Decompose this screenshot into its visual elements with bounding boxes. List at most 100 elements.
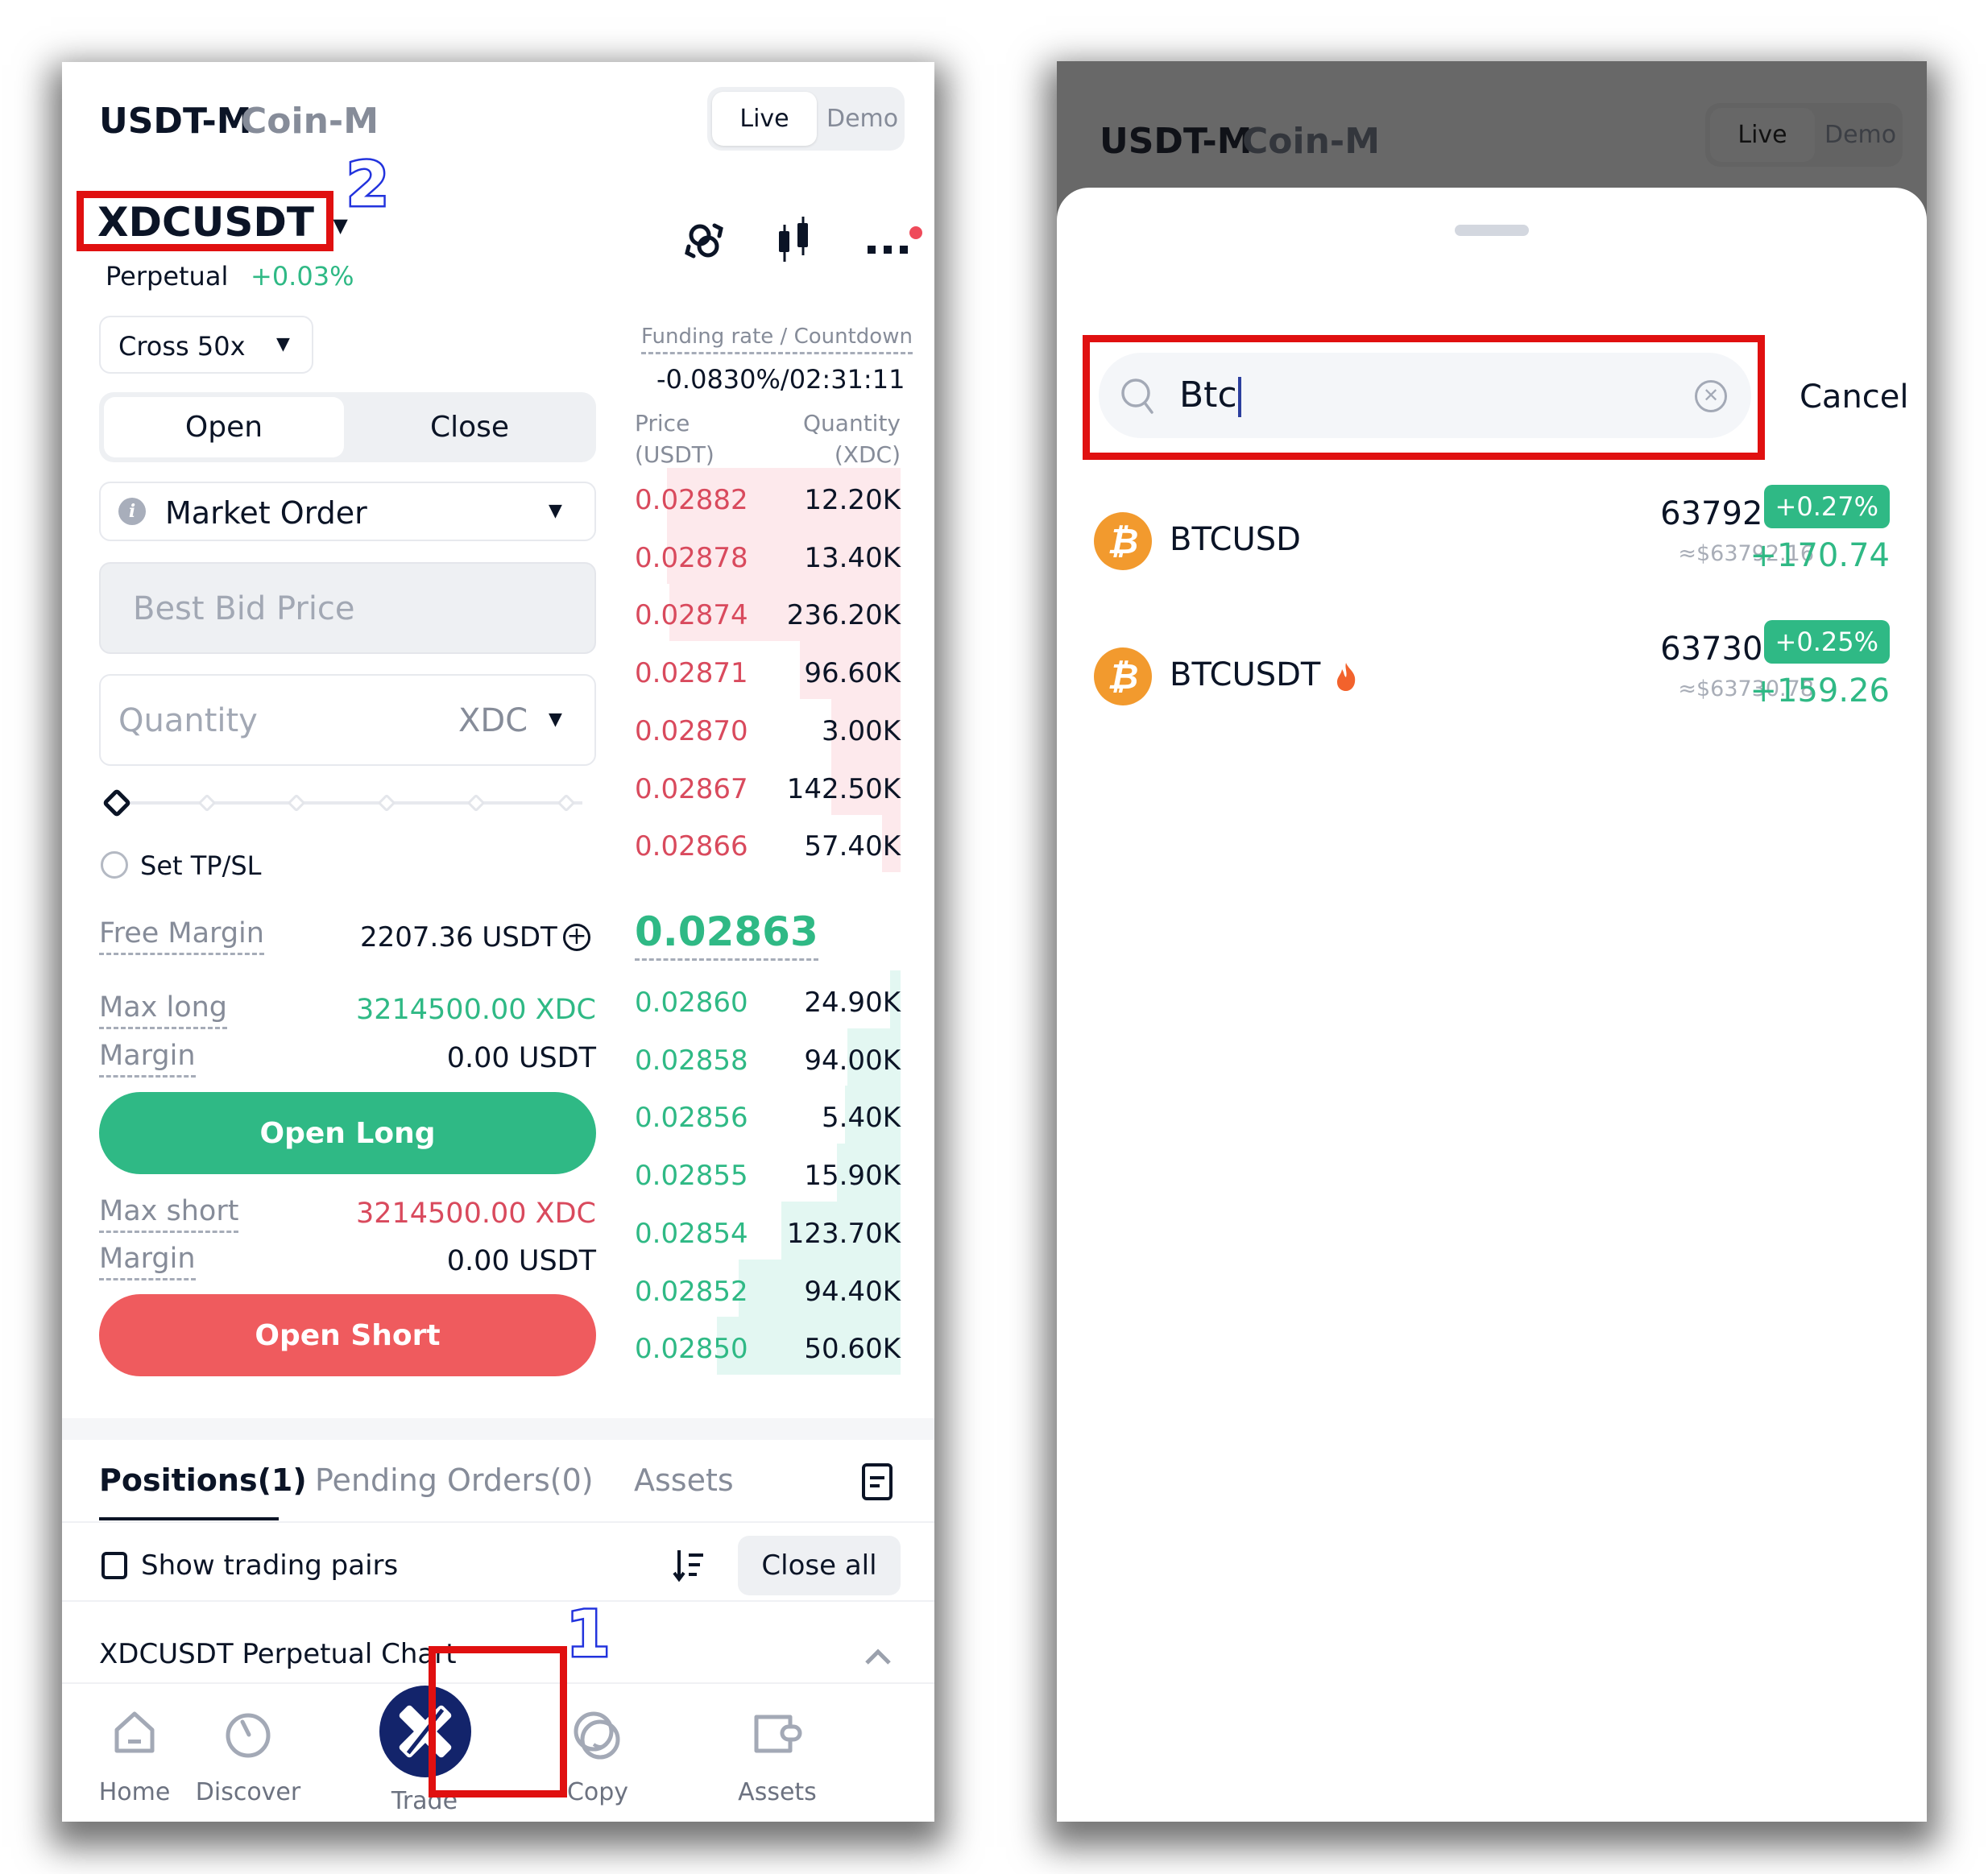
funding-rate-label[interactable]: Funding rate / Countdown bbox=[641, 326, 913, 354]
ask-price: 0.02878 bbox=[635, 541, 748, 574]
quantity-field[interactable]: Quantity XDC ▼ bbox=[99, 674, 596, 766]
tpsl-radio[interactable] bbox=[101, 851, 128, 879]
bid-price: 0.02856 bbox=[635, 1102, 748, 1135]
result-symbol: BTCUSD bbox=[1170, 521, 1301, 558]
free-margin-value: 2207.36 USDT bbox=[360, 921, 557, 954]
add-margin-icon[interactable]: + bbox=[563, 924, 590, 951]
bid-row[interactable]: 0.02850 50.60K bbox=[635, 1317, 901, 1381]
tab-pending-orders[interactable]: Pending Orders(0) bbox=[315, 1465, 594, 1495]
search-input[interactable]: Btc ✕ bbox=[1099, 353, 1751, 438]
open-long-button[interactable]: Open Long bbox=[99, 1092, 596, 1174]
tab-close[interactable]: Close bbox=[349, 413, 590, 442]
annotation-highlight-trade bbox=[429, 1646, 567, 1797]
tab-assets[interactable]: Assets bbox=[634, 1465, 734, 1495]
ask-quantity: 236.20K bbox=[786, 599, 901, 632]
slider-step[interactable] bbox=[377, 793, 396, 813]
ask-row[interactable]: 0.02867 142.50K bbox=[635, 756, 901, 821]
free-margin-label[interactable]: Free Margin bbox=[99, 920, 264, 955]
slider-handle[interactable] bbox=[101, 788, 132, 818]
max-short-value: 3214500.00 XDC bbox=[355, 1198, 596, 1230]
active-tab-underline bbox=[99, 1517, 279, 1520]
mode-toggle: Live Demo bbox=[707, 87, 905, 151]
contract-type: Perpetual bbox=[106, 261, 229, 292]
price-header: Price bbox=[635, 410, 690, 436]
nav-assets[interactable]: Assets bbox=[705, 1694, 850, 1822]
bid-quantity: 94.40K bbox=[804, 1275, 901, 1308]
symbol-selector[interactable]: XDCUSDT ▼ bbox=[97, 202, 348, 242]
open-short-button[interactable]: Open Short bbox=[99, 1294, 596, 1376]
max-long-label[interactable]: Max long bbox=[99, 994, 228, 1029]
bid-quantity: 94.00K bbox=[804, 1044, 901, 1077]
long-margin-label[interactable]: Margin bbox=[99, 1042, 196, 1078]
cancel-button[interactable]: Cancel bbox=[1800, 381, 1909, 413]
bid-quantity: 123.70K bbox=[786, 1217, 901, 1250]
result-symbol: BTCUSDT bbox=[1170, 659, 1358, 692]
symbol-search-screen: USDT-M Coin-M Live Demo Btc ✕ Cancel ₿ B… bbox=[1057, 61, 1927, 1822]
ask-price: 0.02882 bbox=[635, 484, 748, 516]
tab-positions[interactable]: Positions(1) bbox=[99, 1465, 307, 1495]
bid-price: 0.02855 bbox=[635, 1160, 748, 1193]
nav-discover[interactable]: Discover bbox=[172, 1694, 325, 1822]
mode-toggle: Live Demo bbox=[1705, 103, 1903, 167]
slider-track bbox=[117, 801, 582, 805]
text-cursor bbox=[1237, 377, 1241, 417]
slider-step[interactable] bbox=[287, 793, 306, 813]
drag-handle[interactable] bbox=[1455, 225, 1529, 236]
ask-quantity: 13.40K bbox=[804, 541, 901, 574]
more-icon[interactable] bbox=[868, 226, 924, 263]
copy-trade-icon bbox=[571, 1709, 624, 1765]
quantity-header-unit: (XDC) bbox=[834, 441, 901, 468]
trade-screen: USDT-M Coin-M Live Demo XDCUSDT ▼ 2 Perp… bbox=[62, 62, 934, 1822]
mode-live[interactable]: Live bbox=[712, 92, 817, 146]
bitcoin-icon: ₿ bbox=[1094, 647, 1152, 705]
quantity-header: Quantity bbox=[803, 410, 901, 436]
quantity-unit-selector[interactable]: XDC bbox=[458, 705, 528, 737]
margin-mode-selector[interactable]: Cross 50x ▼ bbox=[99, 316, 313, 374]
bid-quantity: 5.40K bbox=[822, 1102, 901, 1135]
ask-price: 0.02871 bbox=[635, 657, 748, 690]
bid-price: 0.02858 bbox=[635, 1044, 748, 1077]
chart-row-label[interactable]: XDCUSDT Perpetual Chart bbox=[99, 1640, 457, 1668]
ask-quantity: 96.60K bbox=[804, 657, 901, 690]
close-all-button[interactable]: Close all bbox=[738, 1536, 901, 1595]
bid-quantity: 24.90K bbox=[804, 987, 901, 1019]
quantity-slider[interactable] bbox=[101, 788, 590, 818]
show-pairs-checkbox[interactable] bbox=[101, 1552, 127, 1579]
chevron-up-icon[interactable] bbox=[864, 1642, 893, 1671]
ask-quantity: 12.20K bbox=[804, 484, 901, 516]
slider-step[interactable] bbox=[467, 793, 486, 813]
short-margin-label[interactable]: Margin bbox=[99, 1245, 196, 1280]
slider-step[interactable] bbox=[557, 793, 576, 813]
tab-usdt-m: USDT-M bbox=[1100, 121, 1253, 162]
long-margin-value: 0.00 USDT bbox=[446, 1042, 596, 1074]
home-icon bbox=[110, 1709, 159, 1760]
funding-rate-value: -0.0830%/02:31:11 bbox=[656, 364, 905, 395]
caret-down-icon: ▼ bbox=[549, 709, 562, 730]
candlestick-chart-icon[interactable] bbox=[775, 215, 815, 267]
tab-coin-m[interactable]: Coin-M bbox=[241, 104, 379, 139]
bitcoin-icon: ₿ bbox=[1094, 512, 1152, 570]
tab-open[interactable]: Open bbox=[104, 397, 344, 457]
mode-demo[interactable]: Demo bbox=[826, 107, 898, 131]
bid-price: 0.02860 bbox=[635, 987, 748, 1019]
search-result-row[interactable]: ₿ BTCUSDT 63730.78 ≈$63730.78 +0.25% +15… bbox=[1057, 609, 1927, 746]
tab-usdt-m[interactable]: USDT-M bbox=[99, 104, 252, 139]
result-change-abs: +170.74 bbox=[1750, 537, 1890, 574]
price-header-unit: (USDT) bbox=[635, 441, 714, 468]
max-short-label[interactable]: Max short bbox=[99, 1198, 239, 1233]
clear-search-icon[interactable]: ✕ bbox=[1695, 380, 1727, 412]
info-icon[interactable]: i bbox=[118, 498, 146, 525]
search-result-row[interactable]: ₿ BTCUSD 63792.16 ≈$63792.16 +0.27% +170… bbox=[1057, 474, 1927, 610]
ask-quantity: 57.40K bbox=[804, 830, 901, 863]
swap-icon[interactable] bbox=[682, 219, 727, 264]
price-change: +0.03% bbox=[251, 261, 354, 292]
sort-icon[interactable] bbox=[673, 1549, 710, 1582]
ask-row[interactable]: 0.02866 57.40K bbox=[635, 814, 901, 879]
price-field[interactable]: Best Bid Price bbox=[99, 562, 596, 654]
order-history-icon[interactable] bbox=[862, 1463, 893, 1500]
annotation-step-1: 1 bbox=[564, 1599, 611, 1671]
order-type-selector[interactable]: i Market Order ▼ bbox=[99, 482, 596, 541]
section-divider bbox=[62, 1418, 934, 1440]
slider-step[interactable] bbox=[197, 793, 216, 813]
tpsl-label: Set TP/SL bbox=[140, 850, 262, 881]
